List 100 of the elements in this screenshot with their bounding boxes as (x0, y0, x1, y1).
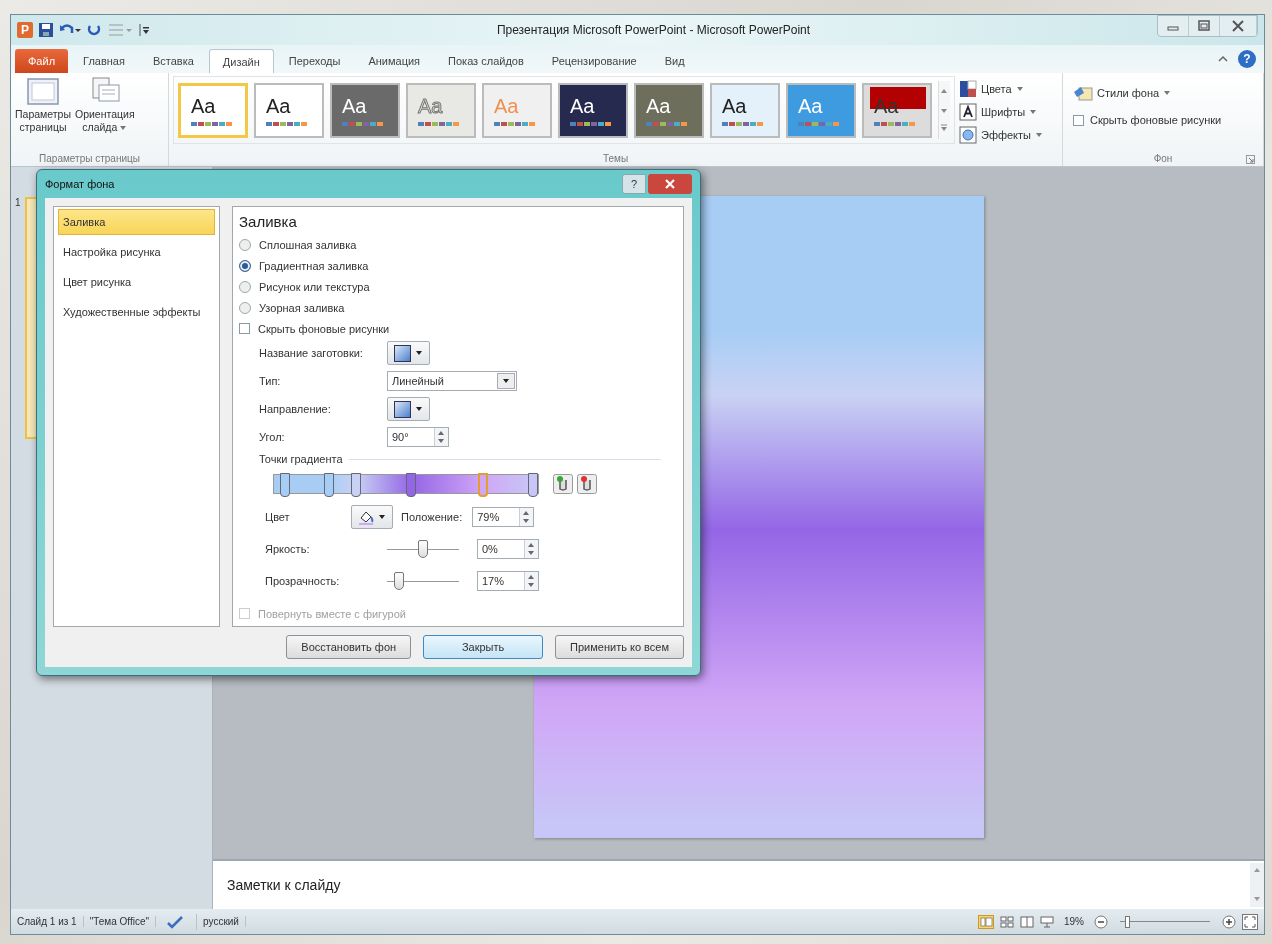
position-field[interactable]: 79% (472, 507, 535, 527)
direction-button[interactable] (387, 397, 430, 421)
language[interactable]: русский (203, 916, 246, 927)
help-button[interactable]: ? (622, 174, 646, 194)
zoom-out-icon[interactable] (1094, 914, 1108, 929)
help-button[interactable]: ? (1238, 50, 1256, 68)
category-item[interactable]: Художественные эффекты (58, 299, 215, 325)
colors-icon (959, 80, 977, 98)
effects-icon (959, 126, 977, 144)
field-label: Яркость: (265, 543, 311, 555)
spinner-arrows-icon[interactable] (519, 508, 534, 526)
color-swatches-icon (266, 122, 307, 126)
zoom-in-icon[interactable] (1222, 914, 1236, 929)
color-swatches-icon (722, 122, 763, 126)
fill-option-radio[interactable]: Узорная заливка (239, 299, 677, 316)
spinner-arrows-icon[interactable] (524, 540, 538, 558)
add-stop-icon[interactable] (553, 474, 573, 494)
save-icon[interactable] (38, 22, 54, 38)
color-swatches-icon (494, 122, 535, 126)
spinner-arrows-icon[interactable] (434, 428, 448, 446)
background-styles-button[interactable]: Стили фона (1073, 84, 1172, 102)
gradient-stop-handle[interactable] (406, 473, 417, 497)
gradient-stop-handle[interactable] (527, 473, 538, 497)
theme-thumbnail[interactable]: Aa (634, 82, 704, 138)
window-title: Презентация Microsoft PowerPoint - Microsoft PowerPoint (495, 23, 812, 37)
theme-thumbnail[interactable]: Aa (178, 82, 248, 138)
ribbon-tab[interactable]: Файл (15, 49, 69, 73)
color-swatches-icon (798, 122, 839, 126)
slide-sorter-icon[interactable] (1000, 915, 1014, 928)
caret-icon (119, 124, 128, 131)
close-button[interactable] (648, 174, 692, 194)
category-item[interactable]: Настройка рисунка (58, 239, 215, 265)
dialog-button[interactable]: Применить ко всем (555, 635, 684, 659)
dialog-launcher-icon[interactable] (1246, 155, 1255, 164)
gradient-stop-handle[interactable] (477, 473, 488, 497)
gradient-stop-handle[interactable] (279, 473, 290, 497)
dialog-title: Формат фона (45, 178, 116, 190)
section-label: Точки градиента (259, 453, 343, 465)
color-swatches-icon (570, 122, 611, 126)
color-swatches-icon (646, 122, 687, 126)
theme-thumbnail[interactable]: Aa (710, 82, 780, 138)
slide-number: 1 (15, 197, 21, 208)
theme-thumbnail[interactable]: Aa (558, 82, 628, 138)
angle-field[interactable]: 90° (387, 427, 449, 447)
notes-scrollbar[interactable] (1250, 863, 1264, 907)
customize-toolbar-icon[interactable] (138, 22, 150, 38)
category-item[interactable]: Заливка (58, 209, 215, 235)
category-item[interactable]: Цвет рисунка (58, 269, 215, 295)
slide-counter: Слайд 1 из 1 (17, 916, 84, 927)
field-label: Направление: (259, 403, 331, 415)
ribbon-tab[interactable]: Вставка (139, 49, 207, 73)
gradient-bar[interactable] (273, 474, 539, 494)
remove-stop-icon[interactable] (577, 474, 597, 494)
slideshow-icon[interactable] (1040, 915, 1054, 928)
theme-thumbnail[interactable]: Aa (330, 82, 400, 138)
hide-graphics-checkbox[interactable]: Скрыть фоновые рисунки (1073, 114, 1222, 126)
effects-button[interactable]: Эффекты (959, 126, 1043, 144)
gradient-stop-handle[interactable] (350, 473, 361, 497)
hide-graphics-checkbox[interactable]: Скрыть фоновые рисунки (239, 320, 677, 337)
zoom-level[interactable]: 19% (1064, 916, 1084, 927)
ribbon-tab[interactable]: Вид (651, 49, 698, 73)
transparency-field[interactable]: 17% (477, 571, 539, 591)
caret-icon (378, 514, 386, 520)
fill-option-radio[interactable]: Рисунок или текстура (239, 278, 677, 295)
caret-icon (1029, 109, 1038, 115)
brightness-field[interactable]: 0% (477, 539, 539, 559)
spinner-arrows-icon[interactable] (524, 572, 538, 590)
fill-option-radio[interactable]: Градиентная заливка (239, 257, 677, 274)
page-icon (25, 76, 61, 108)
ribbon-tab[interactable]: Рецензирование (538, 49, 650, 73)
type-dropdown[interactable]: Линейный (387, 371, 517, 391)
fill-option-radio[interactable]: Сплошная заливка (239, 236, 677, 253)
theme-thumbnail[interactable]: Aa (254, 82, 324, 138)
notes-field[interactable]: Заметки к слайду (213, 859, 1264, 909)
ribbon-tab[interactable]: Переходы (275, 49, 354, 73)
field-label: Тип: (259, 375, 281, 387)
caret-icon (415, 350, 423, 356)
colors-button[interactable]: Цвета (959, 80, 1043, 98)
ribbon-tab[interactable]: Анимация (355, 49, 434, 73)
close-dialog-button[interactable]: Закрыть (423, 635, 544, 659)
reading-view-icon[interactable] (1020, 915, 1034, 928)
group-label: Фон (1153, 153, 1173, 166)
page-setup-button[interactable]: Параметры страницы (15, 76, 71, 134)
field-label: Положение: (401, 511, 463, 523)
fit-to-window-icon[interactable] (1242, 913, 1258, 930)
fonts-button[interactable]: Шрифты (959, 103, 1043, 121)
ribbon-tab[interactable]: Показ слайдов (435, 49, 537, 73)
ribbon-tab[interactable]: Дизайн (208, 49, 274, 73)
preset-gradient-button[interactable] (387, 341, 430, 365)
ribbon-tab[interactable]: Главная (70, 49, 138, 73)
color-picker-button[interactable] (351, 505, 393, 529)
orientation-button[interactable]: Ориентация слайда (75, 76, 135, 134)
gallery-scrollbar[interactable] (938, 81, 950, 139)
normal-view-icon[interactable] (978, 914, 994, 929)
caret-icon (1163, 90, 1172, 96)
caret-icon (1015, 86, 1024, 92)
field-label: Угол: (259, 431, 285, 443)
caret-icon (1035, 132, 1043, 138)
dialog-button[interactable]: Восстановить фон (286, 635, 412, 659)
gradient-stop-handle[interactable] (324, 473, 335, 497)
